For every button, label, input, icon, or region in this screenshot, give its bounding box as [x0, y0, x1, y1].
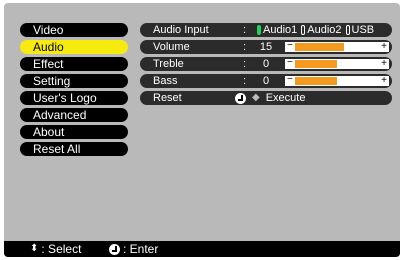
- menu-item-setting[interactable]: Setting: [20, 74, 128, 88]
- treble-value: 0: [262, 58, 270, 70]
- treble-colon: :: [243, 58, 247, 70]
- bass-label: Bass: [153, 75, 178, 87]
- footer-select-text: : Select: [41, 242, 82, 256]
- minus-icon: −: [287, 40, 293, 51]
- volume-row[interactable]: Volume : 15 − +: [140, 40, 392, 54]
- audio-input-colon: :: [243, 24, 247, 36]
- treble-slider-fill: [295, 60, 337, 68]
- menu-item-about[interactable]: About: [20, 125, 128, 139]
- radio-selected-icon: [257, 25, 261, 35]
- bass-value: 0: [262, 75, 270, 87]
- footer-enter-text: : Enter: [123, 242, 159, 256]
- main-menu: Video Audio Effect Setting User's Logo A…: [20, 23, 128, 159]
- minus-icon: −: [287, 57, 293, 68]
- diamond-arrow-icon: ◆: [252, 92, 260, 103]
- plus-icon: +: [381, 58, 387, 69]
- enter-icon: [109, 243, 120, 255]
- plus-icon: +: [381, 41, 387, 52]
- volume-value: 15: [259, 41, 273, 53]
- treble-label: Treble: [153, 58, 184, 70]
- menu-item-reset-all[interactable]: Reset All: [20, 142, 128, 156]
- reset-label: Reset: [153, 92, 182, 104]
- radio-audio2-label: Audio2: [307, 24, 342, 36]
- footer-help-bar: ⬍ : Select : Enter: [4, 241, 400, 257]
- up-down-arrow-icon: ⬍: [30, 243, 39, 254]
- bass-colon: :: [243, 75, 247, 87]
- volume-slider[interactable]: − +: [285, 40, 389, 52]
- radio-audio1-label: Audio1: [263, 24, 298, 36]
- execute-label: Execute: [265, 92, 306, 104]
- bass-row[interactable]: Bass : 0 − +: [140, 74, 392, 88]
- radio-audio1[interactable]: Audio1: [257, 23, 297, 37]
- audio-input-label: Audio Input: [153, 24, 209, 36]
- enter-icon: [235, 92, 246, 104]
- bass-slider-fill: [295, 77, 337, 85]
- volume-slider-fill: [295, 43, 344, 51]
- volume-label: Volume: [153, 41, 190, 53]
- bass-slider[interactable]: − +: [285, 74, 389, 86]
- menu-item-video[interactable]: Video: [20, 23, 128, 37]
- radio-usb-label: USB: [351, 24, 375, 36]
- minus-icon: −: [287, 74, 293, 85]
- volume-colon: :: [243, 41, 247, 53]
- radio-usb[interactable]: USB: [345, 23, 375, 37]
- footer-select-hint: ⬍ : Select: [30, 241, 81, 257]
- treble-row[interactable]: Treble : 0 − +: [140, 57, 392, 71]
- plus-icon: +: [381, 75, 387, 86]
- menu-item-users-logo[interactable]: User's Logo: [20, 91, 128, 105]
- execute-button[interactable]: ◆ Execute: [235, 91, 305, 105]
- audio-input-radio-group: Audio1 Audio2 USB: [257, 23, 374, 37]
- radio-audio2[interactable]: Audio2: [301, 23, 342, 37]
- projector-menu-screen: Video Audio Effect Setting User's Logo A…: [4, 3, 400, 257]
- radio-unselected-icon: [301, 25, 306, 35]
- footer-enter-hint: : Enter: [109, 241, 158, 257]
- radio-unselected-icon: [345, 25, 350, 35]
- menu-item-effect[interactable]: Effect: [20, 57, 128, 71]
- reset-row[interactable]: Reset ◆ Execute: [140, 91, 392, 105]
- treble-slider[interactable]: − +: [285, 57, 389, 69]
- audio-settings-panel: Audio Input : Audio1 Audio2 USB Volume :: [140, 23, 392, 108]
- menu-item-advanced[interactable]: Advanced: [20, 108, 128, 122]
- audio-input-row[interactable]: Audio Input : Audio1 Audio2 USB: [140, 23, 392, 37]
- menu-item-audio[interactable]: Audio: [20, 40, 128, 54]
